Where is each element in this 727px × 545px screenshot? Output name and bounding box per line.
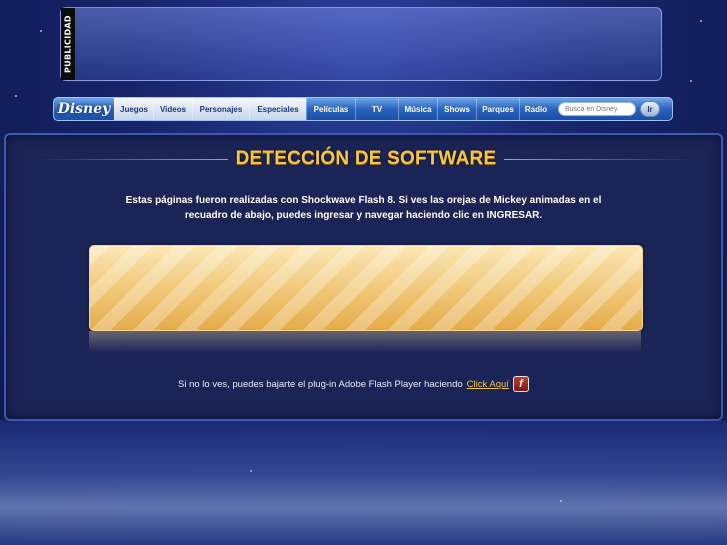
star	[560, 500, 562, 502]
star	[15, 95, 17, 97]
nav-item-shows[interactable]: Shows	[437, 98, 476, 120]
star	[690, 80, 692, 82]
nav-item-videos[interactable]: Videos	[153, 98, 192, 120]
title-divider-right	[504, 158, 696, 160]
page-title: DETECCIÓN DE SOFTWARE	[235, 148, 497, 169]
title-divider-left	[36, 158, 228, 160]
nav-item-musica[interactable]: Música	[398, 98, 437, 120]
main-nav: Disney Juegos Videos Personajes Especial…	[53, 97, 673, 121]
nav-item-juegos[interactable]: Juegos	[114, 98, 153, 120]
nav-item-peliculas[interactable]: Películas	[306, 98, 355, 120]
star	[250, 470, 252, 472]
title-bar: DETECCIÓN DE SOFTWARE	[36, 145, 696, 173]
flash-content-area[interactable]	[89, 245, 643, 331]
ad-label: PUBLICIDAD	[61, 8, 75, 80]
star	[40, 30, 42, 32]
nav-item-tv[interactable]: TV	[355, 98, 398, 120]
flash-player-icon[interactable]: f	[512, 376, 529, 392]
footer-text: Si no lo ves, puedes bajarte el plug-in …	[178, 378, 463, 390]
search-button[interactable]: Ir	[640, 101, 660, 117]
background-sky	[0, 420, 727, 545]
detection-panel: DETECCIÓN DE SOFTWARE Estas páginas fuer…	[4, 133, 723, 421]
download-link[interactable]: Click Aquí	[467, 379, 509, 390]
flash-reflection	[89, 331, 641, 353]
intro-text: Estas páginas fueron realizadas con Shoc…	[125, 195, 602, 221]
nav-item-parques[interactable]: Parques	[476, 98, 519, 120]
search-input[interactable]	[558, 102, 636, 116]
star	[700, 20, 702, 22]
nav-item-especiales[interactable]: Especiales	[249, 98, 306, 120]
footer-message: Si no lo ves, puedes bajarte el plug-in …	[178, 376, 558, 392]
disney-logo[interactable]: Disney	[54, 98, 114, 120]
nav-item-personajes[interactable]: Personajes	[192, 98, 249, 120]
ad-banner[interactable]: PUBLICIDAD	[60, 7, 662, 81]
nav-item-radio[interactable]: Radio	[519, 98, 552, 120]
nav-search: Ir	[552, 98, 660, 120]
